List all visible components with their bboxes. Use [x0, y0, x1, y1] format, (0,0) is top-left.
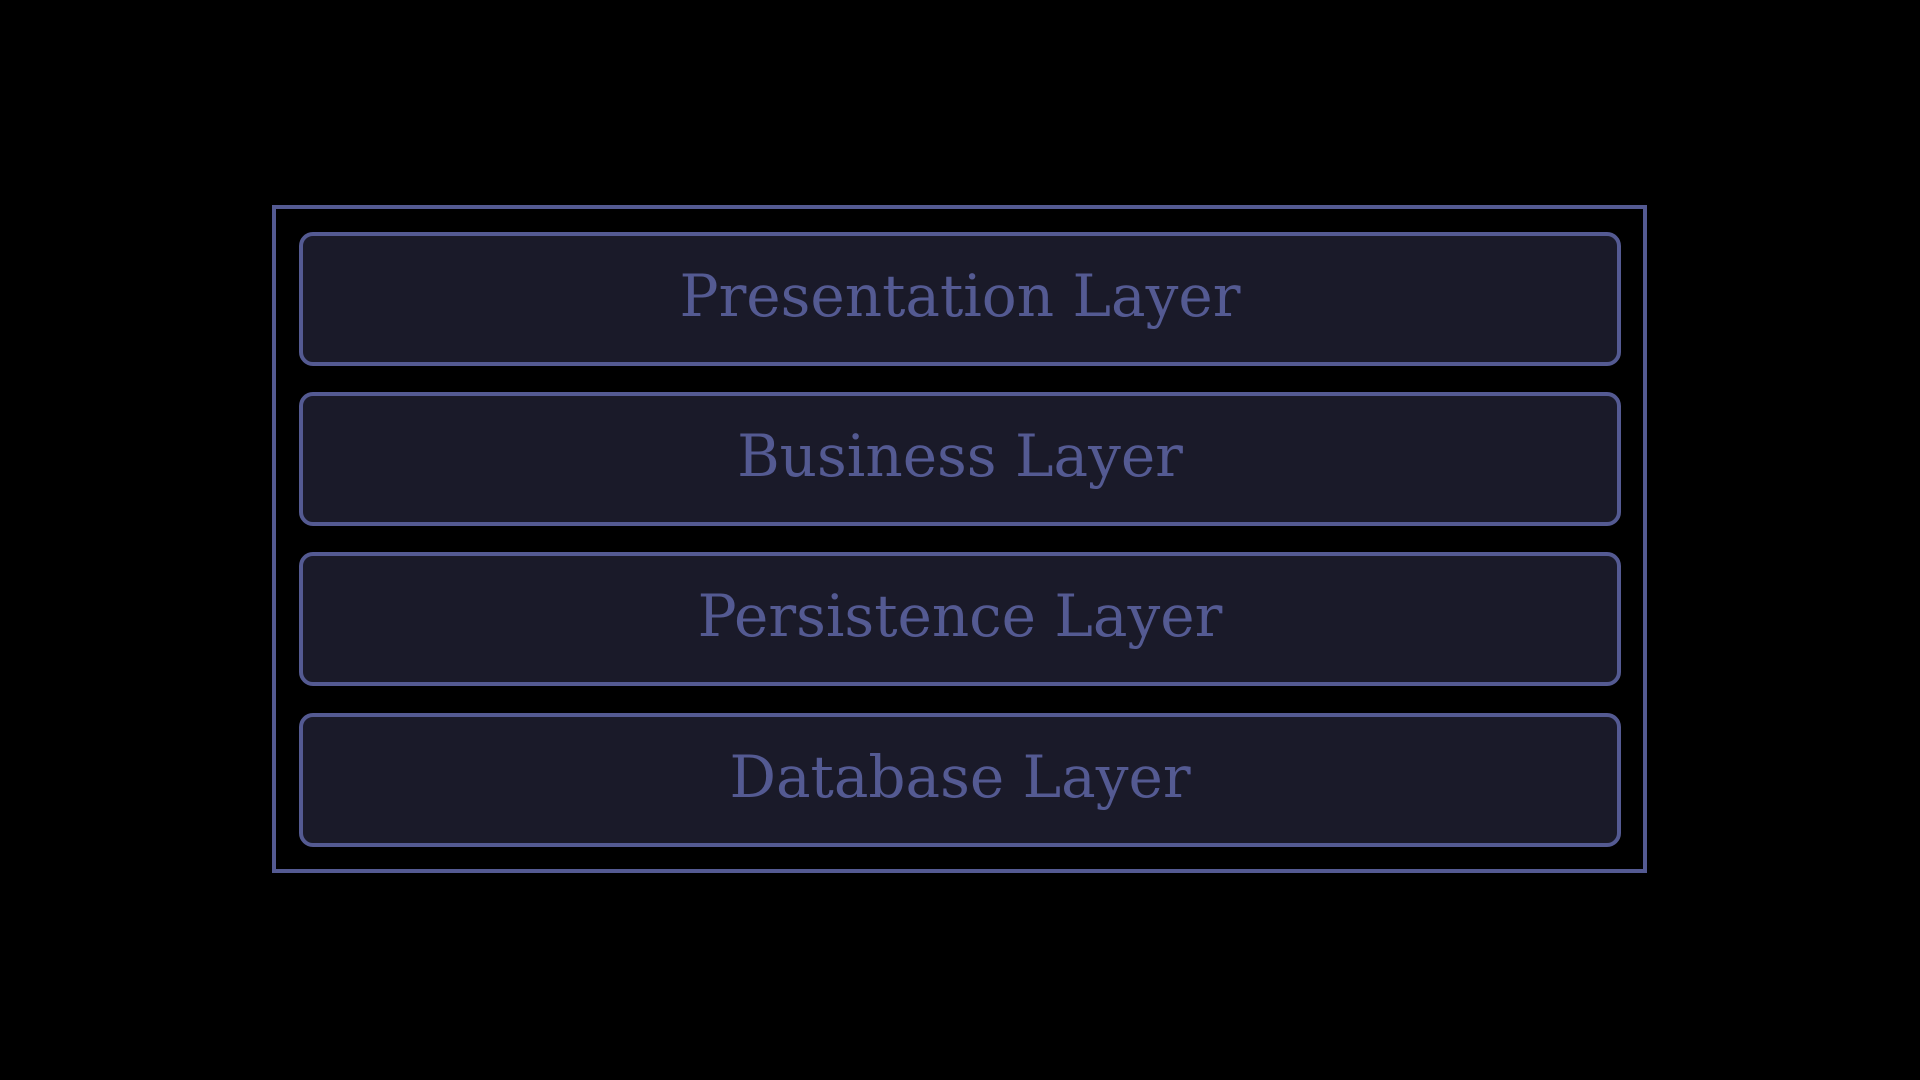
database-layer-box: Database Layer — [299, 713, 1621, 847]
presentation-layer-box: Presentation Layer — [299, 232, 1621, 366]
presentation-layer-label: Presentation Layer — [679, 262, 1241, 330]
diagram-canvas: Presentation Layer Business Layer Persis… — [0, 0, 1920, 1080]
business-layer-box: Business Layer — [299, 392, 1621, 526]
persistence-layer-box: Persistence Layer — [299, 552, 1621, 686]
database-layer-label: Database Layer — [729, 743, 1191, 811]
persistence-layer-label: Persistence Layer — [697, 582, 1223, 650]
business-layer-label: Business Layer — [737, 422, 1183, 490]
